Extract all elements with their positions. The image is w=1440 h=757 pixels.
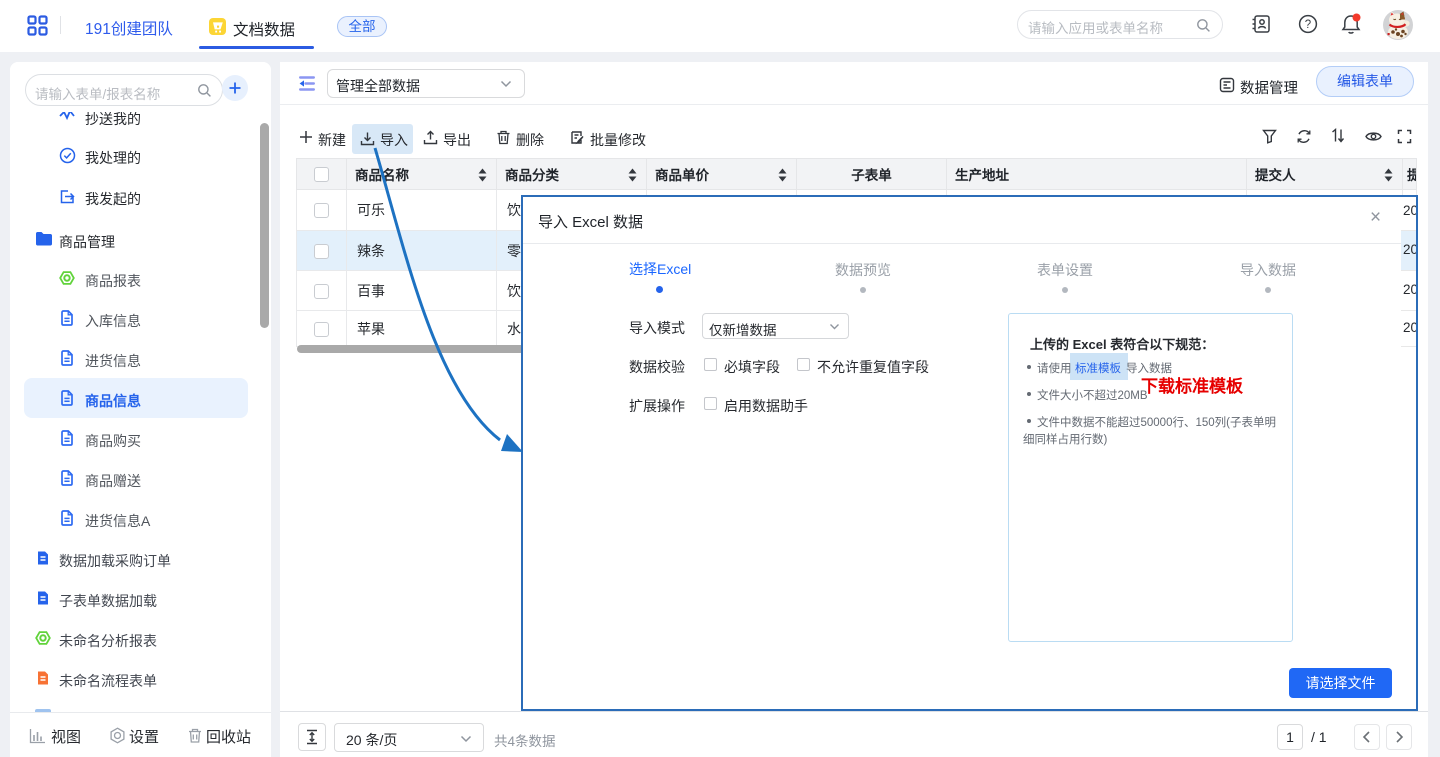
- svg-text:?: ?: [1305, 19, 1311, 31]
